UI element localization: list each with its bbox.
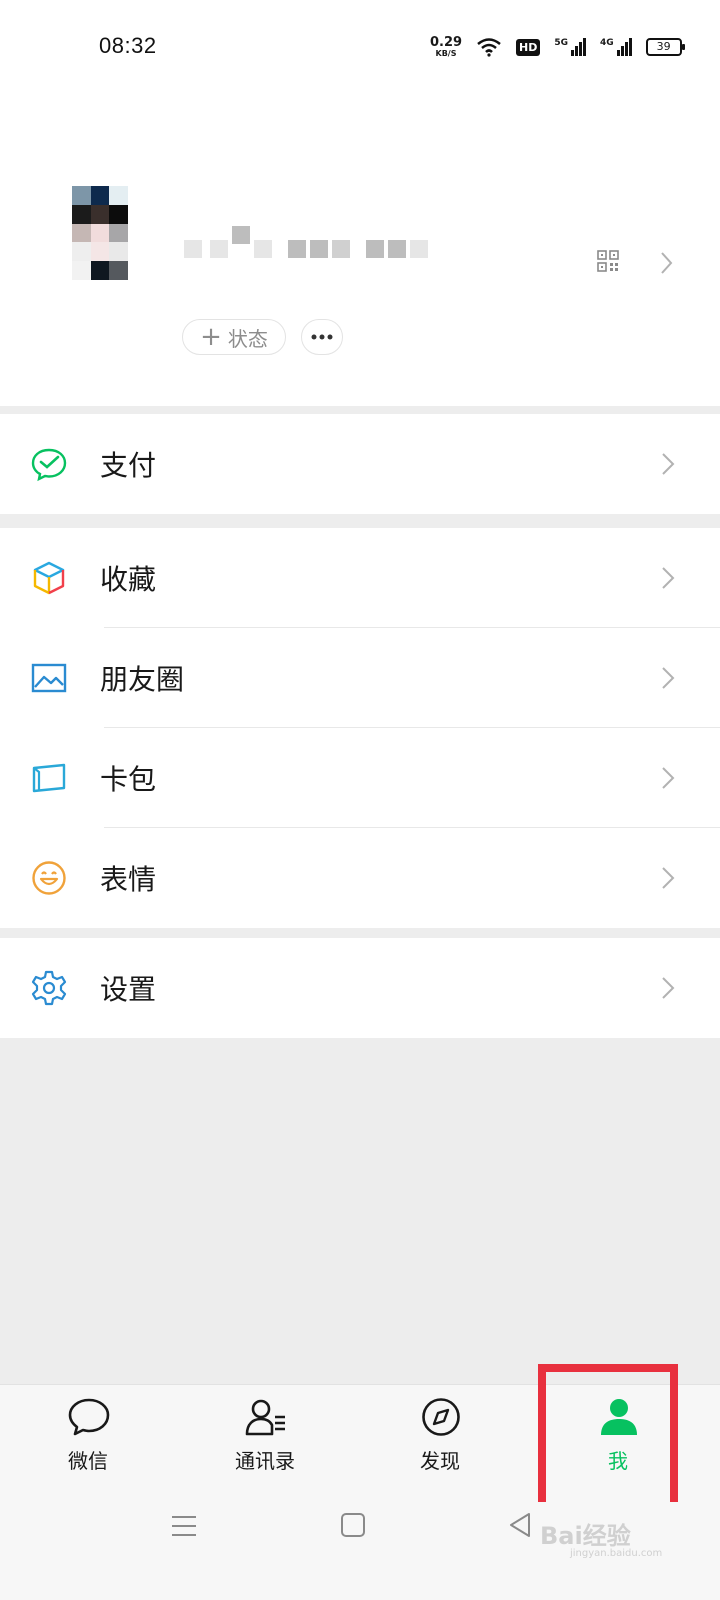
chevron-right-icon bbox=[662, 767, 675, 789]
menu-label-favorites: 收藏 bbox=[100, 563, 157, 596]
profile-header: 08:32 0.29 KB/S HD 5G 4G 39 + 状态 bbox=[0, 0, 720, 406]
menu-lines-icon[interactable] bbox=[170, 1514, 198, 1538]
tab-label-contacts: 通讯录 bbox=[235, 1449, 295, 1473]
more-dots-icon bbox=[311, 334, 333, 340]
avatar[interactable] bbox=[72, 186, 128, 280]
net-speed-value: 0.29 bbox=[430, 35, 463, 50]
moments-photo-icon bbox=[31, 663, 67, 693]
more-button[interactable] bbox=[301, 319, 343, 355]
chat-bubble-icon bbox=[68, 1398, 110, 1436]
menu-group-main: 收藏 朋友圈 卡包 表情 bbox=[0, 528, 720, 928]
menu-item-stickers[interactable]: 表情 bbox=[0, 828, 720, 928]
net-speed: 0.29 KB/S bbox=[430, 36, 462, 58]
favorites-cube-icon bbox=[33, 561, 65, 595]
settings-gear-icon bbox=[31, 970, 67, 1006]
menu-item-moments[interactable]: 朋友圈 bbox=[0, 628, 720, 728]
signal-4g-label: 4G bbox=[600, 38, 614, 48]
profile-chevron-right-icon[interactable] bbox=[656, 250, 676, 276]
tab-discover[interactable]: 发现 bbox=[380, 1385, 500, 1503]
plus-icon: + bbox=[200, 322, 222, 352]
chevron-right-icon bbox=[662, 667, 675, 689]
tab-contacts[interactable]: 通讯录 bbox=[205, 1385, 325, 1503]
chevron-right-icon bbox=[662, 567, 675, 589]
menu-label-stickers: 表情 bbox=[100, 863, 157, 896]
add-status-button[interactable]: + 状态 bbox=[182, 319, 286, 355]
signal-5g-label: 5G bbox=[554, 38, 568, 48]
status-time: 08:32 bbox=[99, 33, 157, 58]
tab-chats[interactable]: 微信 bbox=[28, 1385, 148, 1503]
menu-group-settings: 设置 bbox=[0, 938, 720, 1038]
baidu-watermark: Bai经验 bbox=[540, 1522, 631, 1550]
menu-item-favorites[interactable]: 收藏 bbox=[0, 528, 720, 628]
menu-label-settings: 设置 bbox=[100, 973, 157, 1006]
cards-wallet-icon bbox=[32, 763, 66, 793]
stickers-smiley-icon bbox=[32, 861, 66, 895]
signal-4g-icon: 4G bbox=[600, 38, 632, 56]
tab-label-chats: 微信 bbox=[68, 1449, 108, 1473]
qr-code-icon[interactable] bbox=[597, 250, 619, 272]
add-status-label: 状态 bbox=[227, 326, 268, 351]
chevron-right-icon bbox=[662, 867, 675, 889]
menu-group-pay: 支付 bbox=[0, 414, 720, 514]
menu-label-moments: 朋友圈 bbox=[100, 663, 185, 696]
compass-icon bbox=[422, 1398, 460, 1436]
net-speed-unit: KB/S bbox=[435, 49, 457, 58]
pay-icon bbox=[31, 448, 67, 482]
menu-item-settings[interactable]: 设置 bbox=[0, 938, 720, 1038]
status-icons: 0.29 KB/S HD 5G 4G 39 bbox=[430, 30, 685, 64]
signal-5g-icon: 5G bbox=[554, 38, 586, 56]
back-triangle-icon[interactable] bbox=[508, 1512, 532, 1538]
highlight-box bbox=[538, 1364, 678, 1518]
battery-icon: 39 bbox=[645, 38, 685, 56]
contacts-icon bbox=[245, 1399, 285, 1436]
wifi-icon bbox=[477, 38, 501, 57]
chevron-right-icon bbox=[662, 977, 675, 999]
tab-label-discover: 发现 bbox=[420, 1449, 460, 1473]
menu-label-pay: 支付 bbox=[100, 449, 157, 482]
chevron-right-icon bbox=[662, 453, 675, 475]
hd-badge: HD bbox=[516, 38, 541, 56]
nickname-blurred bbox=[184, 226, 428, 258]
menu-item-pay[interactable]: 支付 bbox=[0, 414, 720, 514]
menu-item-cards[interactable]: 卡包 bbox=[0, 728, 720, 828]
home-square-icon[interactable] bbox=[340, 1512, 366, 1538]
menu-label-cards: 卡包 bbox=[100, 763, 157, 796]
baidu-watermark-url: jingyan.baidu.com bbox=[570, 1548, 663, 1559]
